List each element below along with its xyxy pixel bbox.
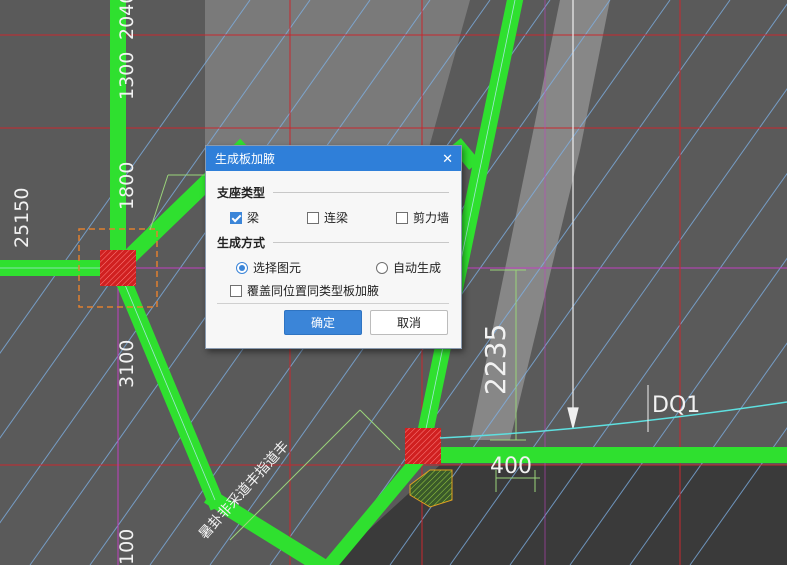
support-type-section: 支座类型 [217, 184, 449, 201]
dim-dq1: DQ1 [652, 393, 700, 418]
close-icon[interactable]: ✕ [442, 151, 453, 167]
column-marker-left [100, 250, 136, 286]
beam-checkbox-box[interactable] [230, 211, 242, 224]
column-marker-right [405, 428, 441, 464]
dim-25150: 25150 [11, 188, 33, 248]
coupling-beam-checkbox-label: 连梁 [324, 211, 349, 225]
support-type-heading: 支座类型 [217, 186, 266, 200]
override-checkbox[interactable]: 覆盖同位置同类型板加腋 [230, 282, 379, 299]
dim-3100: 3100 [116, 340, 138, 388]
select-element-radio[interactable]: 选择图元 [236, 259, 301, 276]
section-divider [273, 192, 449, 193]
dim-2040: 2040 [116, 0, 138, 40]
shear-wall-checkbox[interactable]: 剪力墙 [396, 209, 449, 226]
beam-checkbox[interactable]: 梁 [230, 209, 259, 226]
generation-method-heading: 生成方式 [217, 236, 266, 250]
auto-generate-radio[interactable]: 自动生成 [376, 259, 441, 276]
select-element-radio-dot[interactable] [236, 261, 248, 274]
shear-wall-checkbox-box[interactable] [396, 211, 408, 224]
cancel-button[interactable]: 取消 [370, 310, 448, 335]
coupling-beam-checkbox[interactable]: 连梁 [307, 209, 348, 226]
dim-1800: 1800 [116, 162, 138, 210]
coupling-beam-checkbox-box[interactable] [307, 211, 319, 224]
generation-method-section: 生成方式 [217, 234, 449, 251]
beam-checkbox-label: 梁 [247, 211, 260, 225]
shear-wall-checkbox-label: 剪力墙 [413, 211, 450, 225]
select-element-radio-label: 选择图元 [253, 261, 302, 275]
override-checkbox-label: 覆盖同位置同类型板加腋 [247, 284, 380, 298]
dim-1300: 1300 [116, 52, 138, 100]
dim-400: 400 [490, 454, 532, 479]
section-divider [273, 242, 449, 243]
button-separator [217, 303, 449, 304]
dim-2235: 2235 [479, 324, 512, 395]
ok-button[interactable]: 确定 [284, 310, 362, 335]
auto-generate-radio-label: 自动生成 [393, 261, 442, 275]
generate-haunch-dialog: 生成板加腋 ✕ 支座类型 梁 连梁 剪力墙 生成方式 选择图元 自动生成 覆盖同… [205, 145, 462, 349]
auto-generate-radio-dot[interactable] [376, 261, 388, 274]
dialog-title: 生成板加腋 [215, 152, 276, 166]
dim-100: 100 [116, 529, 138, 565]
dialog-titlebar[interactable]: 生成板加腋 ✕ [206, 146, 461, 171]
override-checkbox-box[interactable] [230, 284, 242, 297]
